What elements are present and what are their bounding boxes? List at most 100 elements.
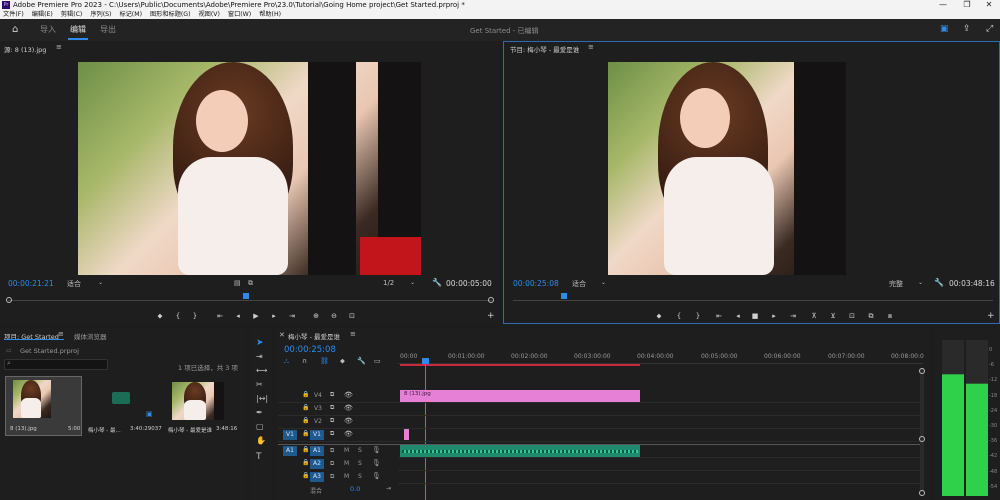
rectangle-tool-icon[interactable]: ▢ xyxy=(256,422,264,431)
go-to-in-icon[interactable]: ⇤ xyxy=(713,312,725,320)
add-marker-icon[interactable]: ⬥ xyxy=(154,312,166,321)
program-timecode-in[interactable]: 00:00:25:08 xyxy=(513,279,559,288)
microphone-icon[interactable]: 🎙 xyxy=(372,459,381,467)
source-resolution[interactable]: 1/2 xyxy=(383,279,394,287)
sync-lock-icon[interactable]: ⧉ xyxy=(330,447,334,455)
track-row-v2[interactable] xyxy=(278,416,923,429)
chevron-down-icon[interactable]: ⌄ xyxy=(410,279,415,286)
panel-menu-icon[interactable]: ≡ xyxy=(350,330,356,338)
source-timecode-in[interactable]: 00:00:21:21 xyxy=(8,279,54,288)
button-editor-icon[interactable]: + xyxy=(487,311,495,321)
restore-button[interactable]: ❐ xyxy=(956,0,978,10)
lock-icon[interactable]: 🔒 xyxy=(302,446,309,453)
vr-view-icon[interactable]: ⧈ xyxy=(884,312,896,321)
sync-lock-icon[interactable]: ⧉ xyxy=(330,417,334,425)
wrench-icon[interactable]: 🔧 xyxy=(357,357,366,365)
scroll-handle-bottom[interactable] xyxy=(919,490,925,496)
add-marker-icon[interactable]: ⬥ xyxy=(340,357,345,366)
step-forward-icon[interactable]: ▸ xyxy=(768,312,780,320)
menu-window[interactable]: 窗口(W) xyxy=(228,11,251,18)
video-clip-v1[interactable] xyxy=(404,429,409,440)
source-fit-dropdown[interactable]: 适合 xyxy=(67,279,81,289)
lock-icon[interactable]: 🔒 xyxy=(302,391,309,398)
type-tool-icon[interactable]: T xyxy=(256,452,262,462)
source-patch-a1[interactable]: A1 xyxy=(283,446,297,456)
comparison-view-icon[interactable]: ⧉ xyxy=(865,312,877,321)
panel-menu-icon[interactable]: ≡ xyxy=(58,330,64,338)
lock-icon[interactable]: 🔒 xyxy=(302,459,309,466)
program-scrubber-track[interactable] xyxy=(513,300,993,301)
safe-margins-icon[interactable]: ⧉ xyxy=(248,279,253,288)
tab-export[interactable]: 导出 xyxy=(100,24,116,35)
lock-icon[interactable]: 🔒 xyxy=(302,404,309,411)
export-frame-icon[interactable]: ⊡ xyxy=(846,312,858,320)
sync-lock-icon[interactable]: ⧉ xyxy=(330,460,334,468)
close-button[interactable]: ✕ xyxy=(978,0,1000,10)
panel-menu-icon[interactable]: ≡ xyxy=(56,43,62,51)
play-icon[interactable]: ▶ xyxy=(250,312,262,320)
selection-tool-icon[interactable]: ➤ xyxy=(256,338,264,348)
program-quality-dropdown[interactable]: 完整 xyxy=(889,279,903,289)
source-scrubber-track[interactable] xyxy=(8,300,492,301)
close-icon[interactable]: ✕ xyxy=(279,331,285,339)
solo-button[interactable]: S xyxy=(358,447,362,454)
insert-sequence-icon[interactable]: ⛬ xyxy=(284,357,289,366)
menu-marker[interactable]: 标记(M) xyxy=(119,11,142,18)
export-frame-icon[interactable]: ⊡ xyxy=(346,312,358,320)
track-label-v3[interactable]: V3 xyxy=(314,405,322,412)
track-select-icon[interactable]: ⇥ xyxy=(256,352,263,361)
microphone-icon[interactable]: 🎙 xyxy=(372,472,381,480)
sync-lock-icon[interactable]: ⧉ xyxy=(330,430,334,438)
track-label-v4[interactable]: V4 xyxy=(314,392,322,399)
razor-tool-icon[interactable]: ✂ xyxy=(256,380,263,389)
go-to-in-icon[interactable]: ⇤ xyxy=(214,312,226,320)
insert-icon[interactable]: ⊕ xyxy=(310,312,322,320)
chevron-down-icon[interactable]: ⌄ xyxy=(98,279,103,286)
zoom-handle-left[interactable] xyxy=(6,297,12,303)
menu-edit[interactable]: 编辑(E) xyxy=(32,11,53,18)
track-label-a3[interactable]: A3 xyxy=(310,472,324,482)
menu-graphics[interactable]: 图形和标题(G) xyxy=(150,11,191,18)
step-back-icon[interactable]: ◂ xyxy=(232,312,244,320)
tab-media-browser[interactable]: 媒体浏览器 xyxy=(74,331,107,341)
magnet-snap-icon[interactable]: ∩ xyxy=(302,357,307,365)
solo-button[interactable]: S xyxy=(358,473,362,480)
home-icon[interactable]: ⌂ xyxy=(12,24,18,35)
microphone-icon[interactable]: 🎙 xyxy=(372,446,381,454)
solo-button[interactable]: S xyxy=(358,460,362,467)
zoom-handle-right[interactable] xyxy=(488,297,494,303)
mark-out-icon[interactable]: } xyxy=(189,312,201,320)
mute-button[interactable]: M xyxy=(344,473,349,480)
eye-icon[interactable]: 👁 xyxy=(344,404,353,412)
lift-icon[interactable]: ⊼ xyxy=(808,312,820,320)
workspace-icon[interactable]: ▣ xyxy=(940,24,949,34)
mark-out-icon[interactable]: } xyxy=(692,312,704,320)
pen-tool-icon[interactable]: ✒ xyxy=(256,408,263,417)
wrench-icon[interactable]: 🔧 xyxy=(432,278,442,287)
button-editor-icon[interactable]: + xyxy=(987,311,995,321)
chevron-down-icon[interactable]: ⌄ xyxy=(918,279,923,286)
share-icon[interactable]: ⇪ xyxy=(963,24,971,34)
project-search-input[interactable] xyxy=(4,359,108,370)
program-playhead[interactable] xyxy=(561,293,567,299)
menu-view[interactable]: 视图(V) xyxy=(198,11,219,18)
vertical-scrollbar[interactable] xyxy=(920,368,924,492)
track-row-v1[interactable] xyxy=(278,429,923,442)
slip-tool-icon[interactable]: |↔| xyxy=(256,394,268,403)
captions-icon[interactable]: ▭ xyxy=(374,357,381,365)
stop-icon[interactable]: ■ xyxy=(749,312,761,320)
tab-import[interactable]: 导入 xyxy=(40,24,56,35)
go-to-out-icon[interactable]: ⇥ xyxy=(286,312,298,320)
source-patch-v1[interactable]: V1 xyxy=(283,430,297,440)
menu-file[interactable]: 文件(F) xyxy=(3,11,24,18)
step-forward-icon[interactable]: ▸ xyxy=(268,312,280,320)
track-label-v2[interactable]: V2 xyxy=(314,418,322,425)
eye-icon[interactable]: 👁 xyxy=(344,391,353,399)
audio-clip-a1[interactable] xyxy=(400,445,640,457)
scroll-handle-mid[interactable] xyxy=(919,436,925,442)
mark-in-icon[interactable]: { xyxy=(673,312,685,320)
playhead-handle[interactable] xyxy=(422,358,429,364)
tab-edit[interactable]: 编辑 xyxy=(70,24,86,35)
track-label-a1[interactable]: A1 xyxy=(310,446,324,456)
ripple-edit-icon[interactable]: ⟷ xyxy=(256,366,267,375)
